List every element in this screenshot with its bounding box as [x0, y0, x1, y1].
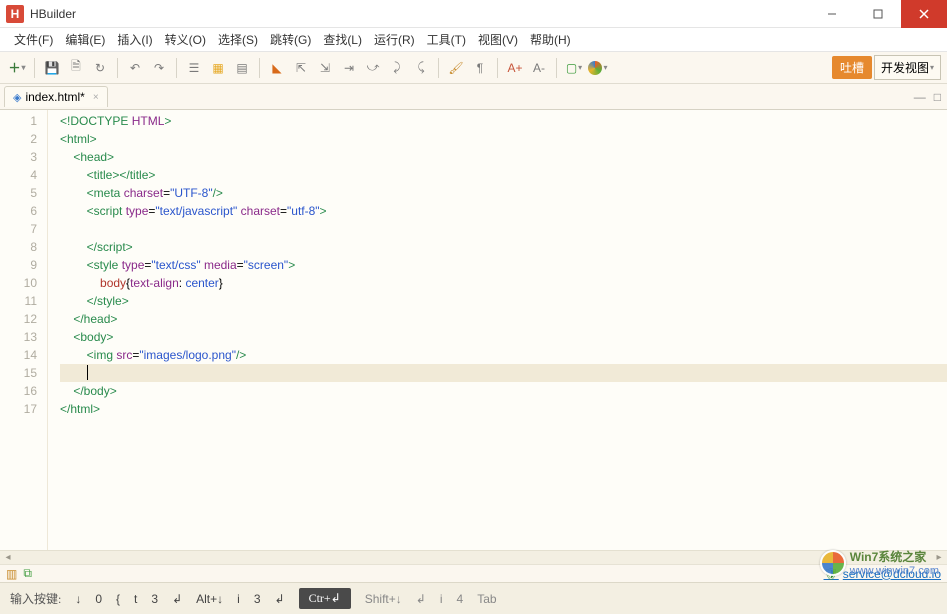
step-into-icon[interactable]: ⤸: [386, 57, 408, 79]
menu-select[interactable]: 选择(S): [212, 29, 264, 50]
separator: [438, 58, 439, 78]
menu-escape[interactable]: 转义(O): [159, 29, 212, 50]
key: Tab: [477, 592, 496, 606]
line-gutter: 1234567891011121314151617: [0, 110, 48, 564]
tab-label: index.html*: [25, 90, 84, 104]
menu-insert[interactable]: 插入(I): [111, 29, 158, 50]
code-editor[interactable]: 1234567891011121314151617 <!DOCTYPE HTML…: [0, 110, 947, 564]
console-icon[interactable]: ▥: [6, 567, 17, 581]
tucao-button[interactable]: 吐槽: [832, 56, 872, 79]
save-all-icon[interactable]: 🗎: [65, 57, 87, 79]
code-area[interactable]: <!DOCTYPE HTML><html> <head> <title></ti…: [48, 110, 947, 564]
menu-find[interactable]: 查找(L): [317, 29, 368, 50]
minimize-pane-icon[interactable]: —: [914, 90, 926, 104]
tab-right-controls: — □: [914, 90, 941, 104]
menu-view[interactable]: 视图(V): [472, 29, 524, 50]
app-logo: H: [6, 5, 24, 23]
shield-icon: 🛡: [824, 567, 839, 581]
tab-index-html[interactable]: ◈ index.html* ×: [4, 86, 108, 107]
menu-help[interactable]: 帮助(H): [524, 29, 577, 50]
menu-edit[interactable]: 编辑(E): [59, 29, 111, 50]
key-helper-bar: 输入按键: ↓ 0 { t 3 ↲ Alt+↓ i 3 ↲ Ctr+↲ Shif…: [0, 582, 947, 614]
pilcrow-icon[interactable]: ¶: [469, 57, 491, 79]
menu-jump[interactable]: 跳转(G): [264, 29, 317, 50]
key: 3: [151, 592, 158, 606]
bookmark-icon[interactable]: ◣: [266, 57, 288, 79]
outline-icon[interactable]: ☰: [183, 57, 205, 79]
key: 3: [254, 592, 261, 606]
highlight-icon[interactable]: ▦: [207, 57, 229, 79]
terminal-icon[interactable]: ⧉: [23, 566, 32, 581]
separator: [259, 58, 260, 78]
key: 0: [95, 592, 102, 606]
toolbar: ＋▾ 💾 🗎 ↻ ↶ ↷ ☰ ▦ ▤ ◣ ⇱ ⇲ ⇥ ⤻ ⤸ ⤹ 🖌 ¶ A+ …: [0, 52, 947, 84]
menu-file[interactable]: 文件(F): [8, 29, 59, 50]
separator: [556, 58, 557, 78]
tab-bar: ◈ index.html* × — □: [0, 84, 947, 110]
menu-run[interactable]: 运行(R): [368, 29, 421, 50]
key: 4: [457, 592, 464, 606]
menu-tools[interactable]: 工具(T): [421, 29, 472, 50]
window-controls: [809, 0, 947, 28]
ctrl-enter-pill: Ctr+↲: [299, 588, 351, 609]
scroll-left-icon[interactable]: ◂: [0, 552, 16, 563]
font-bigger-icon[interactable]: A+: [504, 57, 526, 79]
separator: [176, 58, 177, 78]
title-bar: H HBuilder: [0, 0, 947, 28]
close-button[interactable]: [901, 0, 947, 28]
key: Alt+↓: [196, 592, 223, 606]
separator: [34, 58, 35, 78]
browser-icon[interactable]: ▾: [587, 57, 609, 79]
menu-bar: 文件(F) 编辑(E) 插入(I) 转义(O) 选择(S) 跳转(G) 查找(L…: [0, 28, 947, 52]
app-title: HBuilder: [30, 7, 76, 21]
undo-icon[interactable]: ↶: [124, 57, 146, 79]
grid-icon[interactable]: ▤: [231, 57, 253, 79]
key: i: [440, 592, 443, 606]
service-link[interactable]: 🛡 service@dcloud.io: [824, 567, 941, 581]
export-icon[interactable]: ⇱: [290, 57, 312, 79]
redo-icon[interactable]: ↷: [148, 57, 170, 79]
key: Shift+↓: [365, 592, 402, 606]
service-email: service@dcloud.io: [843, 567, 941, 581]
step-over-icon[interactable]: ⤻: [362, 57, 384, 79]
editor-footer: ▥ ⧉ 🛡 service@dcloud.io: [0, 564, 947, 582]
key: {: [116, 592, 120, 606]
step-out-icon[interactable]: ⤹: [410, 57, 432, 79]
separator: [497, 58, 498, 78]
html-file-icon: ◈: [13, 91, 21, 104]
key: ↲: [275, 592, 285, 606]
new-button[interactable]: ＋▾: [6, 57, 28, 79]
maximize-pane-icon[interactable]: □: [934, 90, 941, 104]
refresh-icon[interactable]: ↻: [89, 57, 111, 79]
key: ↲: [172, 592, 182, 606]
step-icon[interactable]: ⇥: [338, 57, 360, 79]
minimize-button[interactable]: [809, 0, 855, 28]
separator: [117, 58, 118, 78]
view-mode-button[interactable]: 开发视图▾: [874, 55, 941, 80]
key: ↓: [75, 592, 81, 606]
scroll-right-icon[interactable]: ▸: [931, 552, 947, 563]
key: t: [134, 592, 137, 606]
view-mode-label: 开发视图: [881, 59, 929, 76]
font-smaller-icon[interactable]: A-: [528, 57, 550, 79]
key: i: [237, 592, 240, 606]
maximize-button[interactable]: [855, 0, 901, 28]
import-icon[interactable]: ⇲: [314, 57, 336, 79]
brush-icon[interactable]: 🖌: [445, 57, 467, 79]
key-label: 输入按键:: [10, 590, 61, 607]
horizontal-scrollbar[interactable]: ◂ ▸: [0, 550, 947, 564]
device-icon[interactable]: ▢▾: [563, 57, 585, 79]
tab-close-icon[interactable]: ×: [93, 92, 99, 103]
key: ↲: [416, 592, 426, 606]
chevron-down-icon: ▾: [930, 63, 934, 72]
save-icon[interactable]: 💾: [41, 57, 63, 79]
